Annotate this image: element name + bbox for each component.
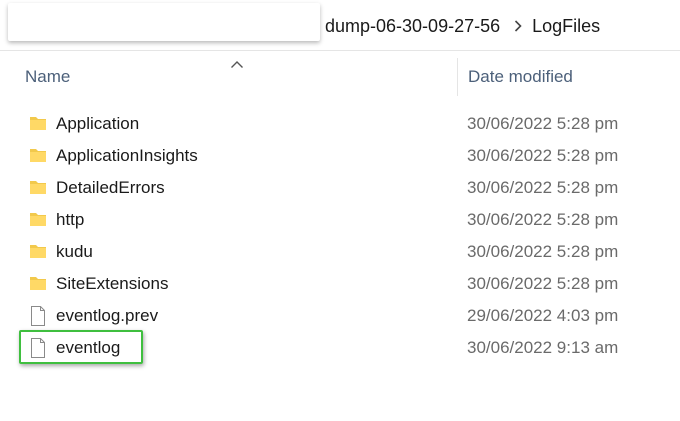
column-divider[interactable]	[457, 58, 458, 96]
search-input[interactable]	[8, 3, 320, 41]
file-name: eventlog.prev	[56, 306, 159, 325]
file-name: SiteExtensions	[56, 274, 169, 293]
folder-icon	[28, 145, 48, 165]
file-date: 30/06/2022 9:13 am	[467, 338, 619, 357]
file-name: http	[56, 210, 85, 229]
file-name: ApplicationInsights	[56, 146, 198, 165]
list-item[interactable]: SiteExtensions 30/06/2022 5:28 pm	[0, 268, 680, 300]
address-bar: dump-06-30-09-27-56 LogFiles	[0, 0, 680, 51]
file-icon	[28, 305, 48, 326]
folder-icon	[28, 241, 48, 261]
file-date: 29/06/2022 4:03 pm	[467, 306, 619, 325]
chevron-up-icon	[230, 56, 244, 74]
folder-icon	[28, 209, 48, 229]
list-item[interactable]: http 30/06/2022 5:28 pm	[0, 204, 680, 236]
file-name: kudu	[56, 242, 93, 261]
list-item[interactable]: eventlog.prev 29/06/2022 4:03 pm	[0, 300, 680, 332]
file-date: 30/06/2022 5:28 pm	[467, 242, 619, 261]
file-list: Application 30/06/2022 5:28 pm Applicati…	[0, 108, 680, 364]
file-date: 30/06/2022 5:28 pm	[467, 114, 619, 133]
breadcrumb-item-logfiles[interactable]: LogFiles	[532, 16, 600, 37]
list-item[interactable]: DetailedErrors 30/06/2022 5:28 pm	[0, 172, 680, 204]
column-header-date-modified[interactable]: Date modified	[468, 67, 573, 87]
file-name: Application	[56, 114, 140, 133]
breadcrumb-item-dump[interactable]: dump-06-30-09-27-56	[325, 16, 500, 37]
list-item[interactable]: kudu 30/06/2022 5:28 pm	[0, 236, 680, 268]
file-date: 30/06/2022 5:28 pm	[467, 146, 619, 165]
column-header-name[interactable]: Name	[25, 67, 70, 87]
folder-icon	[28, 113, 48, 133]
folder-icon	[28, 273, 48, 293]
file-name: DetailedErrors	[56, 178, 165, 197]
folder-icon	[28, 177, 48, 197]
file-date: 30/06/2022 5:28 pm	[467, 210, 619, 229]
list-item[interactable]: Application 30/06/2022 5:28 pm	[0, 108, 680, 140]
list-item[interactable]: ApplicationInsights 30/06/2022 5:28 pm	[0, 140, 680, 172]
file-date: 30/06/2022 5:28 pm	[467, 274, 619, 293]
file-date: 30/06/2022 5:28 pm	[467, 178, 619, 197]
chevron-right-icon[interactable]	[514, 20, 522, 32]
breadcrumb: dump-06-30-09-27-56 LogFiles	[325, 14, 600, 38]
column-header: Name Date modified	[0, 56, 680, 98]
highlight-box	[19, 330, 143, 364]
